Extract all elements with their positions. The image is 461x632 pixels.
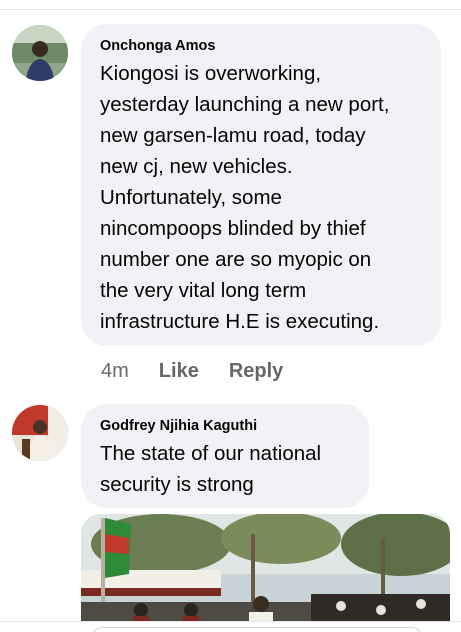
comment-author[interactable]: Godfrey Njihia Kaguthi (100, 417, 349, 435)
avatar[interactable] (12, 25, 68, 81)
comments-thread: Onchonga Amos Kiongosi is overworking, y… (0, 0, 461, 632)
comment-bubble: Godfrey Njihia Kaguthi The state of our … (81, 404, 369, 508)
divider (0, 9, 461, 10)
reply-button[interactable]: Reply (229, 360, 283, 383)
comment-actions: 4m Like Reply (101, 358, 313, 384)
comment-timestamp[interactable]: 4m (101, 360, 129, 383)
write-comment-field[interactable] (92, 627, 422, 632)
comment-text: The state of our national security is st… (100, 442, 322, 496)
like-button[interactable]: Like (159, 360, 199, 383)
comment-text: Kiongosi is overworking, yesterday launc… (100, 62, 390, 333)
avatar[interactable] (12, 405, 68, 461)
comment-bubble: Onchonga Amos Kiongosi is overworking, y… (81, 24, 441, 346)
comment-author[interactable]: Onchonga Amos (100, 37, 421, 55)
comment-photo[interactable] (81, 514, 450, 632)
